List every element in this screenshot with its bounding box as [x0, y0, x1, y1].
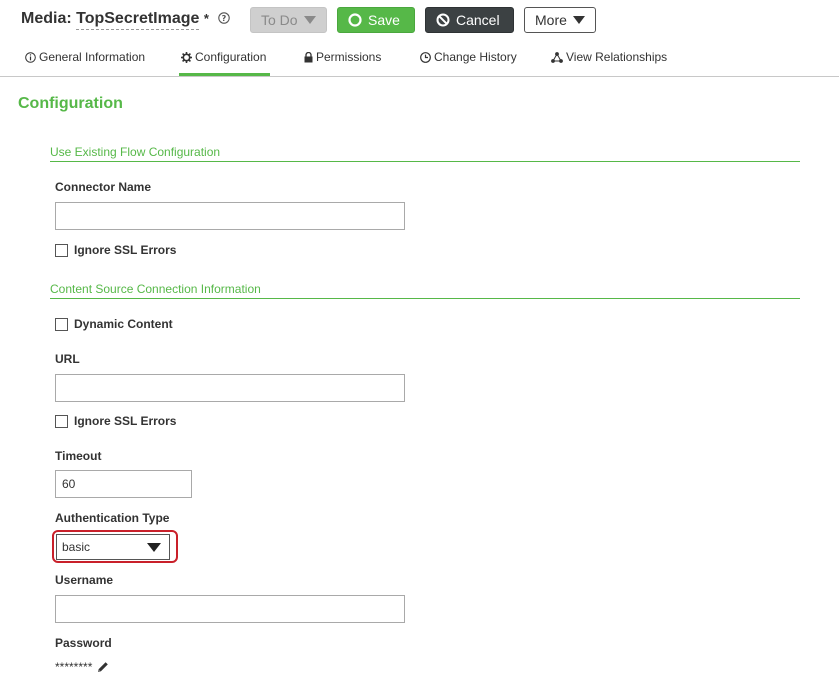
checkbox-label: Dynamic Content: [74, 317, 173, 331]
lock-icon: [304, 52, 313, 63]
section-heading-flow: Use Existing Flow Configuration: [50, 145, 800, 162]
checkbox-label: Ignore SSL Errors: [74, 243, 177, 257]
page-title: Configuration: [18, 95, 123, 112]
circle-icon: [348, 13, 362, 27]
page-header-title: Media: TopSecretImage *: [21, 9, 209, 30]
tab-configuration[interactable]: Configuration: [179, 50, 271, 76]
tab-change-history[interactable]: Change History: [420, 50, 517, 76]
todo-button[interactable]: To Do: [250, 7, 327, 33]
dynamic-content-checkbox[interactable]: Dynamic Content: [55, 316, 173, 332]
section-heading-content-source: Content Source Connection Information: [50, 282, 800, 299]
select-value: basic: [62, 540, 91, 554]
cancel-button[interactable]: Cancel: [425, 7, 514, 33]
modified-indicator: *: [203, 11, 209, 26]
checkbox-box[interactable]: [55, 317, 68, 331]
tab-permissions[interactable]: Permissions: [304, 50, 381, 76]
tab-label: Change History: [434, 50, 517, 64]
caret-down-icon: [572, 16, 585, 24]
info-icon: [25, 52, 36, 63]
password-masked-value: ********: [55, 660, 93, 674]
ignore-ssl-checkbox-source[interactable]: Ignore SSL Errors: [55, 413, 176, 429]
ban-icon: [436, 13, 450, 27]
help-icon[interactable]: ?: [218, 12, 230, 24]
ignore-ssl-checkbox-flow[interactable]: Ignore SSL Errors: [55, 242, 176, 258]
title-prefix: Media:: [21, 10, 72, 27]
cancel-label: Cancel: [456, 12, 500, 28]
tab-label: Configuration: [195, 50, 267, 64]
more-label: More: [535, 12, 567, 28]
todo-label: To Do: [261, 12, 298, 28]
pencil-icon[interactable]: [97, 661, 109, 673]
timeout-label: Timeout: [55, 449, 102, 463]
checkbox-box[interactable]: [55, 414, 68, 428]
username-label: Username: [55, 573, 114, 587]
tab-label: View Relationships: [566, 50, 668, 64]
checkbox-box[interactable]: [55, 243, 68, 257]
save-label: Save: [368, 12, 400, 28]
connector-name-input[interactable]: [55, 202, 405, 230]
tab-bar: General Information Configuration Permis…: [0, 44, 839, 77]
url-input[interactable]: [55, 374, 405, 402]
network-icon: [551, 52, 563, 63]
tab-label: General Information: [39, 50, 146, 64]
header-bar: Media: TopSecretImage * ? To Do Save Can…: [0, 0, 839, 40]
caret-down-icon: [303, 16, 316, 24]
svg-text:?: ?: [222, 14, 227, 23]
password-field: ********: [55, 660, 109, 674]
clock-icon: [420, 52, 431, 63]
authentication-type-select[interactable]: basic: [56, 534, 170, 560]
tab-view-relationships[interactable]: View Relationships: [551, 50, 667, 76]
url-label: URL: [55, 352, 80, 366]
caret-down-icon: [147, 543, 161, 552]
save-button[interactable]: Save: [337, 7, 415, 33]
authentication-type-label: Authentication Type: [55, 511, 170, 525]
media-name[interactable]: TopSecretImage: [76, 9, 200, 30]
checkbox-label: Ignore SSL Errors: [74, 414, 177, 428]
tab-label: Permissions: [316, 50, 382, 64]
more-button[interactable]: More: [524, 7, 596, 33]
password-label: Password: [55, 636, 112, 650]
gear-icon: [181, 52, 192, 63]
connector-name-label: Connector Name: [55, 180, 152, 194]
username-input[interactable]: [55, 595, 405, 623]
timeout-input[interactable]: [55, 470, 192, 498]
tab-general-information[interactable]: General Information: [25, 50, 145, 76]
